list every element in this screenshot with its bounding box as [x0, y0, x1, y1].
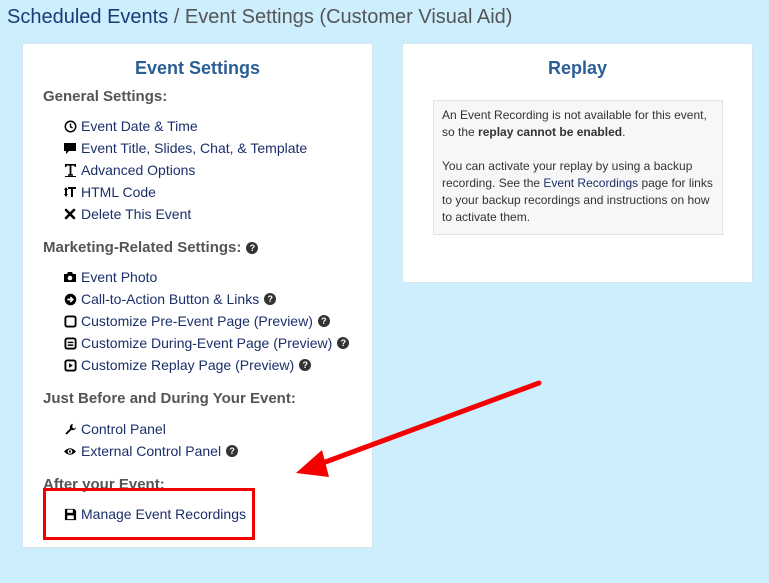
annotation-arrow	[296, 380, 542, 477]
